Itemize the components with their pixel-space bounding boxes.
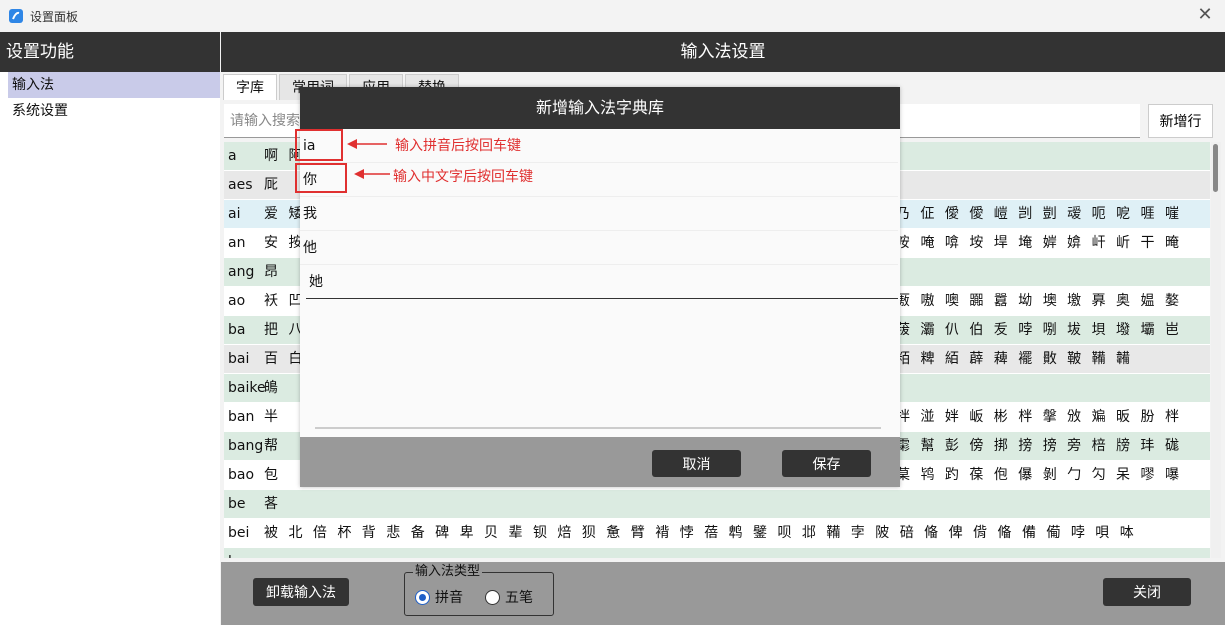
- chars-cell: 百 白: [264, 351, 303, 367]
- sidebar-header: 设置功能: [0, 32, 220, 72]
- title-bar: 设置面板 ✕: [0, 0, 1225, 32]
- chars-tail-cell: 拌 湴 姅 岅 彬 柈 搫 攽 斒 昄 朌 柈: [896, 409, 1179, 425]
- annotation-chinese-hint: 输入中文字后按回车键: [393, 169, 533, 185]
- radio-checked-icon[interactable]: [415, 589, 430, 605]
- annotation-box-pinyin: [295, 129, 343, 161]
- tab-dictionary[interactable]: 字库: [223, 74, 277, 100]
- pinyin-cell: ba: [228, 322, 246, 338]
- chars-tail-cell: 粨 粺 絔 薜 薭 襬 贁 鞁 鞴 韛: [896, 351, 1131, 367]
- pinyin-entry[interactable]: ia: [300, 129, 898, 163]
- chars-cell: 昂: [264, 264, 278, 280]
- chars-cell: 厑: [264, 177, 278, 193]
- pinyin-cell: be: [228, 496, 246, 512]
- chars-cell: 袄 凹: [264, 293, 303, 309]
- chars-cell: 帮: [264, 438, 278, 454]
- pinyin-cell: baike: [228, 380, 266, 396]
- word-entry-editing[interactable]: 她: [306, 265, 898, 299]
- chars-cell: 半: [264, 409, 278, 425]
- pinyin-cell: an: [228, 235, 246, 251]
- window-title: 设置面板: [30, 10, 79, 24]
- cancel-button[interactable]: 取消: [652, 450, 741, 477]
- sidebar: 设置功能 输入法 系统设置: [0, 32, 220, 625]
- bottom-bar: 卸载输入法 输入法类型 拼音 五笔 关闭: [221, 562, 1225, 625]
- table-scrollbar[interactable]: [1211, 142, 1221, 558]
- radio-label: 拼音: [435, 590, 463, 606]
- chars-cell: 安 按: [264, 235, 303, 251]
- pinyin-cell: b: [224, 548, 264, 558]
- chars-cell: 䳆: [264, 380, 278, 396]
- pinyin-cell: ai: [228, 206, 241, 222]
- sidebar-item-system-settings[interactable]: 系统设置: [0, 98, 220, 124]
- chars-tail-cell: 菝 灞 仈 伯 叐 哱 哵 坺 垻 墢 壩 岜: [896, 322, 1179, 338]
- chars-cell: 把 八: [264, 322, 303, 338]
- input-type-legend: 输入法类型: [413, 564, 483, 580]
- table-row[interactable]: be 茖: [224, 490, 1210, 519]
- app-logo-icon: [9, 9, 23, 23]
- chars-tail-cell: 乃 佂 僾 僾 嵦 剀 剴 叆 呃 呝 啀 嘊: [896, 206, 1179, 222]
- chars-cell: 被 北 倍 杯 背 悲 备 碑 卑 贝 辈 钡 焙 狈 惫 臂 褙 悖 蓓 鹎 …: [264, 525, 1134, 541]
- input-type-group: 输入法类型 拼音 五笔: [404, 564, 554, 616]
- annotation-arrow-icon: [354, 169, 390, 179]
- pinyin-cell: bai: [228, 351, 250, 367]
- pinyin-cell: bang: [228, 438, 264, 454]
- add-row-button[interactable]: 新增行: [1148, 104, 1213, 138]
- radio-pinyin[interactable]: 拼音: [415, 587, 463, 607]
- table-row[interactable]: bei 被 北 倍 杯 背 悲 备 碑 卑 贝 辈 钡 焙 狈 惫 臂 褙 悖 蓓…: [224, 519, 1210, 548]
- page-title: 输入法设置: [221, 32, 1225, 72]
- radio-label: 五笔: [505, 590, 533, 606]
- annotation-arrow-icon: [347, 139, 387, 149]
- dialog-hscrollbar[interactable]: [315, 427, 881, 429]
- chars-cell: 茖: [264, 496, 278, 512]
- chars-tail-cell: 厫 嗷 噢 嚻 囂 坳 墺 墽 奡 奥 媪 嫯: [896, 293, 1179, 309]
- add-dictionary-dialog: 新增输入法字典库 ia 你 我 他 她 取消 保存: [300, 87, 900, 487]
- sidebar-item-input-method[interactable]: 输入法: [8, 72, 220, 98]
- annotation-pinyin-hint: 输入拼音后按回车键: [395, 138, 521, 154]
- word-entry[interactable]: 我: [300, 197, 898, 231]
- chars-cell: 包: [264, 467, 278, 483]
- close-icon[interactable]: ✕: [1197, 6, 1213, 24]
- dialog-title: 新增输入法字典库: [300, 87, 900, 129]
- pinyin-cell: ao: [228, 293, 246, 309]
- pinyin-cell: bao: [228, 467, 255, 483]
- pinyin-cell: ban: [228, 409, 255, 425]
- pinyin-cell: a: [228, 148, 237, 164]
- scroll-thumb[interactable]: [1213, 144, 1218, 192]
- close-button[interactable]: 关闭: [1103, 578, 1191, 606]
- uninstall-button[interactable]: 卸载输入法: [253, 578, 349, 606]
- pinyin-cell: bei: [228, 525, 250, 541]
- annotation-box-chinese: [295, 163, 347, 193]
- radio-wubi[interactable]: 五笔: [485, 587, 533, 607]
- pinyin-cell: aes: [228, 177, 253, 193]
- pinyin-cell: ang: [228, 264, 255, 280]
- table-row[interactable]: b: [224, 548, 1210, 558]
- word-entry[interactable]: 他: [300, 231, 898, 265]
- chars-tail-cell: 咹 唵 啽 垵 垾 埯 婩 媕 屽 岓 干 晻: [896, 235, 1179, 251]
- chars-tail-cell: 菒 鸨 趵 葆 佨 儤 剝 勹 勽 呆 嘐 嚗: [896, 467, 1179, 483]
- chars-tail-cell: 霦 幫 彭 傍 挷 搒 搒 旁 棓 牓 玤 硥: [896, 438, 1179, 454]
- save-button[interactable]: 保存: [782, 450, 871, 477]
- chars-cell: 爱 矮: [264, 206, 303, 222]
- dialog-footer: 取消 保存: [300, 437, 900, 487]
- radio-unchecked-icon[interactable]: [485, 589, 500, 605]
